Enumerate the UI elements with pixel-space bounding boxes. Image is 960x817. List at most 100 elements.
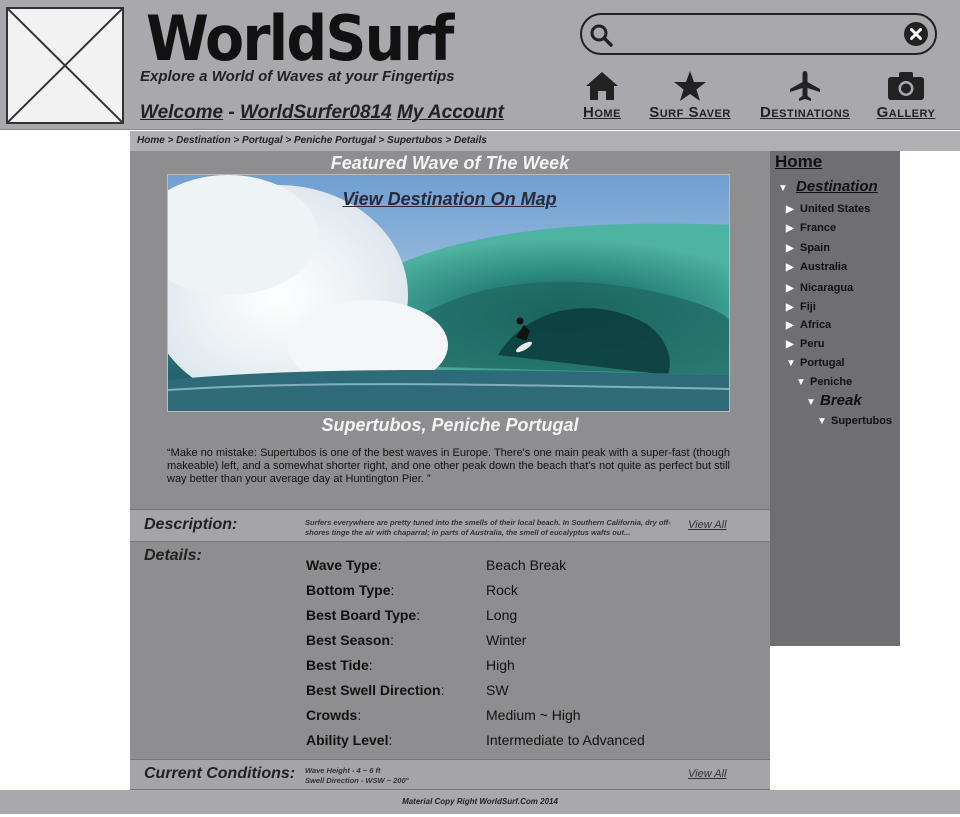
featured-wave-title: Featured Wave of The Week: [330, 153, 570, 173]
wave-height-line: Wave Height - 4 ~ 6 ft: [305, 766, 381, 775]
sidebar-item-fiji[interactable]: ▶ Fiji: [786, 301, 816, 313]
description-view-all-link[interactable]: View All: [688, 519, 727, 531]
details-row-board-type: Best Board Type: Long: [306, 602, 645, 627]
expanded-arrow-icon: ▼: [796, 377, 806, 388]
description-text: Surfers everywhere are pretty tuned into…: [305, 518, 671, 537]
collapsed-arrow-icon: ▶: [786, 302, 794, 313]
sidebar-item-label: Peru: [800, 338, 825, 350]
sidebar-item-break[interactable]: ▼ Break: [806, 392, 862, 409]
sidebar-item-destination[interactable]: ▼ Destination: [778, 178, 878, 195]
sidebar-item-label: Portugal: [800, 357, 845, 369]
nav-surf-saver-label: Surf Saver: [649, 104, 731, 121]
sidebar-item-united-states[interactable]: ▶ United States: [786, 203, 870, 215]
details-row-wave-type: Wave Type: Beach Break: [306, 552, 645, 577]
details-value: Rock: [486, 581, 518, 598]
details-value: Intermediate to Advanced: [486, 731, 645, 748]
sidebar-item-peru[interactable]: ▶ Peru: [786, 338, 824, 350]
collapsed-arrow-icon: ▶: [786, 283, 794, 294]
sidebar-item-france[interactable]: ▶ France: [786, 222, 836, 234]
details-value: Long: [486, 606, 518, 623]
sidebar-item-nicaragua[interactable]: ▶ Nicaragua: [786, 282, 853, 294]
nav-gallery-button[interactable]: Gallery: [874, 70, 938, 121]
sidebar-item-label: Break: [820, 392, 862, 409]
swell-direction-line: Swell Direction - WSW ~ 200°: [305, 776, 409, 785]
description-row: Description: Surfers everywhere are pret…: [130, 509, 770, 542]
clear-search-icon[interactable]: [903, 21, 929, 47]
details-key: Wave Type: [306, 556, 378, 573]
view-destination-map-link[interactable]: View Destination On Map: [168, 189, 729, 210]
search-icon[interactable]: [588, 22, 614, 48]
sidebar-item-peniche[interactable]: ▼ Peniche: [796, 376, 852, 388]
sidebar-item-label: Africa: [800, 319, 832, 331]
nav-home-button[interactable]: Home: [580, 70, 624, 121]
sidebar-item-supertubos[interactable]: ▼ Supertubos: [817, 415, 892, 427]
details-row-tide: Best Tide: High: [306, 652, 645, 677]
details-key: Crowds: [306, 706, 358, 723]
nav-destinations-label: Destinations: [760, 104, 850, 121]
sidebar-item-label: Peniche: [810, 376, 853, 388]
collapsed-arrow-icon: ▶: [786, 339, 794, 350]
sidebar-item-label: Spain: [800, 242, 830, 254]
expanded-arrow-icon: ▼: [817, 416, 827, 427]
details-label: Details:: [144, 547, 202, 564]
wave-quote: “Make no mistake: Supertubos is one of t…: [167, 447, 730, 485]
nav-surf-saver-button[interactable]: Surf Saver: [645, 70, 735, 121]
collapsed-arrow-icon: ▶: [786, 204, 794, 215]
sidebar-home-link[interactable]: Home: [775, 152, 822, 172]
nav-gallery-label: Gallery: [876, 104, 936, 121]
details-value: SW: [486, 681, 509, 698]
featured-wave-photo: View Destination On Map: [167, 174, 730, 412]
welcome-separator: -: [228, 102, 235, 123]
wave-photo-illustration: [168, 175, 729, 411]
expanded-arrow-icon: ▼: [806, 397, 816, 408]
username-link[interactable]: WorldSurfer0814: [240, 102, 392, 123]
nav-home-label: Home: [583, 104, 621, 121]
details-key: Bottom Type: [306, 581, 391, 598]
details-value: High: [486, 656, 515, 673]
my-account-link[interactable]: My Account: [397, 102, 504, 123]
sidebar-item-spain[interactable]: ▶ Spain: [786, 242, 830, 254]
welcome-label: Welcome: [140, 102, 224, 123]
camera-icon: [888, 72, 924, 100]
details-row-bottom-type: Bottom Type: Rock: [306, 577, 645, 602]
collapsed-arrow-icon: ▶: [786, 320, 794, 331]
site-title: WorldSurf: [146, 2, 455, 75]
current-conditions-text: Wave Height - 4 ~ 6 ft Swell Direction -…: [305, 766, 409, 786]
sidebar-item-africa[interactable]: ▶ Africa: [786, 319, 831, 331]
nav-destinations-button[interactable]: Destinations: [754, 70, 856, 121]
conditions-view-all-link[interactable]: View All: [688, 768, 727, 780]
details-row-crowds: Crowds: Medium ~ High: [306, 702, 645, 727]
details-table: Wave Type: Beach Break Bottom Type: Rock…: [306, 552, 645, 752]
logo-placeholder-image: [6, 7, 124, 124]
breadcrumb[interactable]: Home > Destination > Portugal > Peniche …: [130, 131, 960, 151]
collapsed-arrow-icon: ▶: [786, 243, 794, 254]
sidebar-item-label: Destination: [796, 178, 878, 195]
sidebar-item-label: United States: [800, 203, 871, 215]
main-content: Featured Wave of The Week View Destinati…: [130, 151, 770, 791]
sidebar-item-australia[interactable]: ▶ Australia: [786, 261, 847, 273]
details-key: Ability Level: [306, 731, 389, 748]
details-value: Beach Break: [486, 556, 567, 573]
details-section: Details: Wave Type: Beach Break Bottom T…: [130, 543, 770, 757]
sidebar-item-portugal[interactable]: ▼ Portugal: [786, 357, 845, 369]
details-value: Medium ~ High: [486, 706, 581, 723]
wave-caption: Supertubos, Peniche Portugal: [321, 415, 579, 435]
site-header: WorldSurf Explore a World of Waves at yo…: [0, 0, 960, 130]
sidebar-item-label: Fiji: [800, 301, 816, 313]
details-key: Best Tide: [306, 656, 369, 673]
sidebar-item-label: Supertubos: [831, 415, 893, 427]
collapsed-arrow-icon: ▶: [786, 223, 794, 234]
site-tagline: Explore a World of Waves at your Fingert…: [140, 68, 455, 85]
details-value: Winter: [486, 631, 527, 648]
home-icon: [586, 72, 618, 100]
details-key: Best Board Type: [306, 606, 417, 623]
star-icon: [674, 71, 706, 101]
sidebar-item-label: Australia: [800, 261, 848, 273]
expanded-arrow-icon: ▼: [786, 358, 796, 369]
details-row-swell-direction: Best Swell Direction: SW: [306, 677, 645, 702]
search-input[interactable]: [622, 23, 892, 47]
search-bar: [580, 13, 937, 55]
sidebar-item-label: Nicaragua: [800, 282, 854, 294]
description-label: Description:: [144, 516, 238, 533]
collapsed-arrow-icon: ▶: [786, 262, 794, 273]
